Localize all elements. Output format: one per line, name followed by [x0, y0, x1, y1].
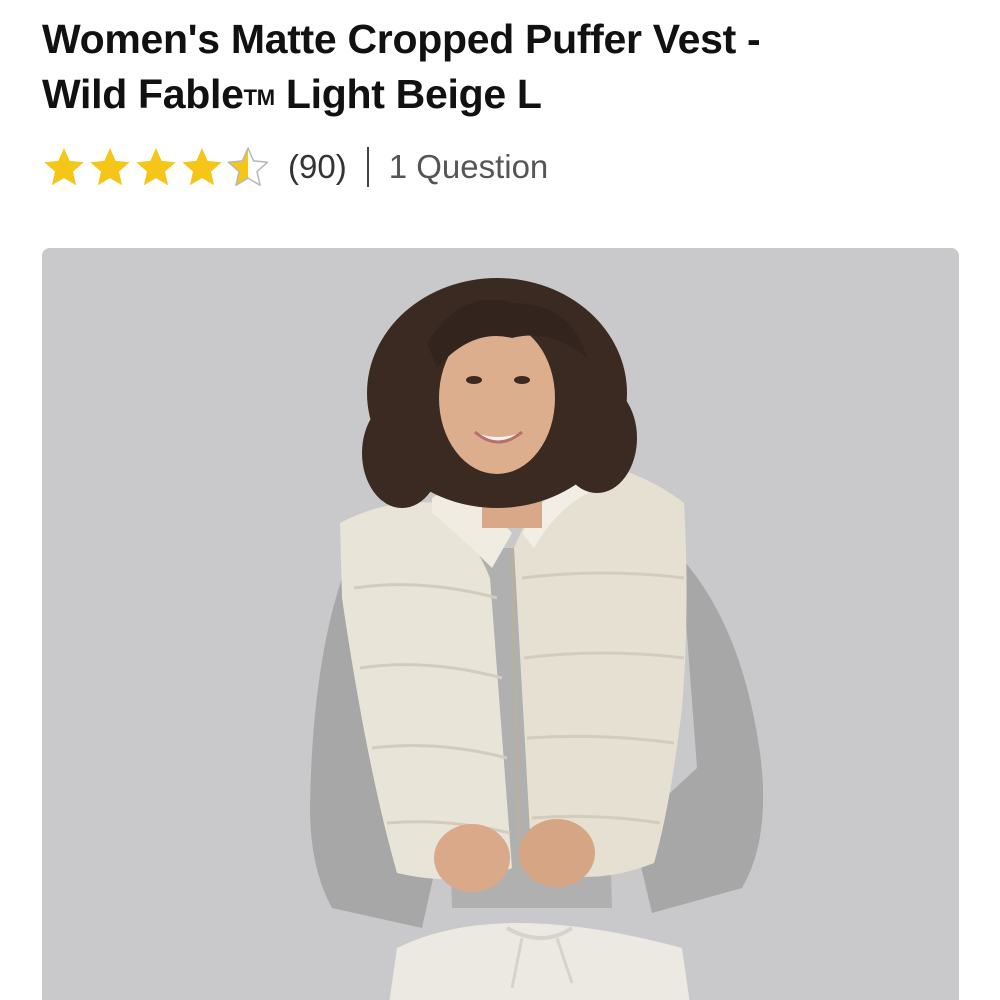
- questions-link[interactable]: 1 Question: [389, 148, 549, 186]
- star-rating[interactable]: [42, 145, 270, 189]
- star-half-icon: [227, 147, 269, 187]
- product-photo: [42, 248, 959, 1000]
- product-title: Women's Matte Cropped Puffer Vest - Wild …: [42, 12, 942, 125]
- title-line-1: Women's Matte Cropped Puffer Vest -: [42, 16, 761, 62]
- rating-row: (90) 1 Question: [42, 143, 548, 191]
- trademark-symbol: TM: [243, 85, 275, 110]
- title-variant: Light Beige L: [274, 71, 542, 117]
- star-full-icon: [90, 148, 130, 186]
- star-full-icon: [44, 148, 84, 186]
- star-full-icon: [182, 148, 222, 186]
- review-count-link[interactable]: (90): [288, 148, 347, 186]
- product-image[interactable]: [42, 248, 959, 1000]
- title-brand: Wild Fable: [42, 71, 244, 117]
- star-full-icon: [136, 148, 176, 186]
- product-page: Women's Matte Cropped Puffer Vest - Wild …: [0, 0, 1000, 1000]
- rating-divider: [366, 147, 369, 187]
